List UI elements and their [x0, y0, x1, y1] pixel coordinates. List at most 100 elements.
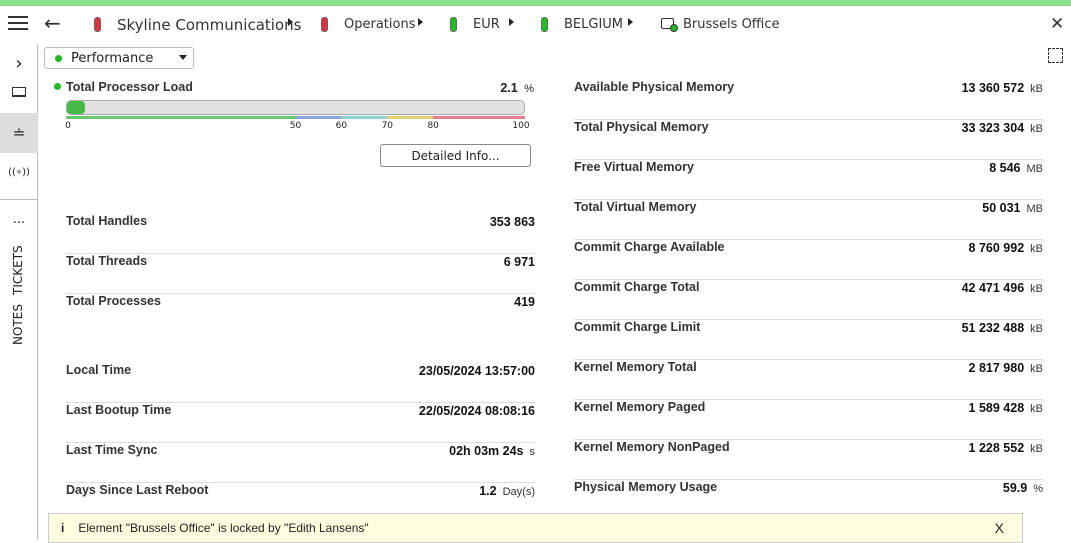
sliders-icon[interactable]: ≐: [0, 113, 38, 153]
metric-value: 22/05/2024 08:08:16: [418, 404, 535, 418]
hamburger-menu-icon[interactable]: [8, 16, 28, 30]
status-pill-icon: [94, 17, 101, 32]
breadcrumb-item[interactable]: Brussels Office: [683, 17, 780, 32]
metric-label: Available Physical Memory: [574, 80, 735, 94]
divider: [0, 199, 38, 200]
metric-label: Kernel Memory Total: [574, 360, 697, 374]
breadcrumb-item[interactable]: Skyline Communications: [117, 16, 301, 34]
metric-value: 6 971: [503, 255, 535, 269]
metric-value: 1.2 Day(s): [479, 484, 535, 498]
metric-label: Total Threads: [66, 254, 148, 268]
broadcast-icon[interactable]: ((∘)): [0, 153, 38, 191]
metric-row: Commit Charge Total 42 471 496 kB: [574, 280, 1043, 320]
metric-row: Available Physical Memory 13 360 572 kB: [574, 80, 1043, 120]
metric-row: Total Virtual Memory 50 031 MB: [574, 200, 1043, 240]
threshold-zone: [341, 116, 388, 119]
threshold-zone: [295, 116, 342, 119]
notes-tab[interactable]: NOTES: [11, 304, 25, 345]
metric-value: 2 817 980 kB: [968, 361, 1043, 375]
monitor-icon[interactable]: [0, 73, 38, 111]
dropdown-arrow-icon: [179, 55, 187, 60]
close-banner-button[interactable]: X: [995, 520, 1004, 536]
close-icon[interactable]: ✕: [1050, 14, 1064, 34]
status-pill-icon: [321, 17, 328, 32]
threshold-zone: [433, 116, 526, 119]
metric-label: Total Handles: [66, 214, 148, 228]
status-dot-icon: [55, 54, 62, 62]
threshold-zone: [66, 116, 296, 119]
metric-unit: kB: [1030, 283, 1043, 295]
metric-value: 59.9%: [1002, 481, 1043, 495]
breadcrumb-item[interactable]: EUR: [473, 17, 500, 32]
metric-unit: %: [1033, 483, 1043, 495]
metric-label: Commit Charge Available: [574, 240, 725, 254]
lock-message: Element "Brussels Office" is locked by "…: [78, 521, 369, 535]
metric-value: 42 471 496 kB: [961, 281, 1043, 295]
metric-unit: s: [529, 446, 536, 458]
metric-unit: MB: [1026, 203, 1044, 215]
metric-row: Total Handles 353 863: [66, 214, 535, 254]
metric-value: 1 589 428 kB: [968, 401, 1043, 415]
metric-value: 353 863: [489, 215, 535, 229]
metric-row: Last Time Sync 02h 03m 24s s: [66, 443, 535, 483]
processor-load-value: 2.1 %: [500, 81, 534, 95]
scale-tick-label: 100: [512, 121, 530, 131]
tickets-tab[interactable]: TICKETS: [11, 245, 25, 295]
metric-unit: MB: [1026, 163, 1044, 175]
metric-value: 1 228 552 kB: [968, 441, 1043, 455]
metric-label: Free Virtual Memory: [574, 160, 694, 174]
detailed-info-button[interactable]: Detailed Info...: [380, 144, 531, 167]
metric-label: Local Time: [66, 363, 132, 377]
scale-tick-label: 60: [335, 121, 348, 131]
metric-label: Kernel Memory NonPaged: [574, 440, 730, 454]
status-dot-icon: [54, 83, 61, 90]
metric-value: 02h 03m 24s s: [449, 444, 535, 458]
page-selector[interactable]: Performance: [44, 47, 194, 69]
metric-label: Physical Memory Usage: [574, 480, 718, 494]
metric-label: Commit Charge Total: [574, 280, 700, 294]
metric-unit: kB: [1030, 123, 1043, 135]
processor-load-fill: [67, 101, 86, 114]
caret-right-icon[interactable]: [418, 18, 423, 26]
metric-unit: kB: [1030, 243, 1043, 255]
metric-unit: kB: [1030, 83, 1043, 95]
metric-row: Kernel Memory Total 2 817 980 kB: [574, 360, 1043, 400]
metric-label: Days Since Last Reboot: [66, 483, 209, 497]
metric-label: Kernel Memory Paged: [574, 400, 706, 414]
status-pill-icon: [541, 17, 548, 32]
metric-unit: kB: [1030, 403, 1043, 415]
breadcrumb-item[interactable]: BELGIUM: [564, 17, 623, 32]
threshold-scale: [66, 116, 526, 119]
metric-row: Kernel Memory Paged 1 589 428 kB: [574, 400, 1043, 440]
caret-right-icon[interactable]: [288, 18, 293, 26]
metric-unit: kB: [1030, 323, 1043, 335]
fullscreen-icon[interactable]: [1048, 48, 1063, 63]
caret-right-icon[interactable]: [509, 18, 514, 26]
scale-tick-label: 0: [65, 121, 71, 131]
metric-row: Free Virtual Memory 8 546 MB: [574, 160, 1043, 200]
threshold-zone: [387, 116, 434, 119]
sidebar: › ≐ ((∘)) ··· TICKETS NOTES: [0, 44, 38, 540]
metric-row: Total Physical Memory 33 323 304 kB: [574, 120, 1043, 160]
metric-label: Total Virtual Memory: [574, 200, 697, 214]
breadcrumb-item[interactable]: Operations: [344, 17, 415, 32]
metric-label: Last Time Sync: [66, 443, 158, 457]
caret-right-icon[interactable]: [628, 18, 633, 26]
metric-row: Total Threads 6 971: [66, 254, 535, 294]
metric-row: Commit Charge Limit 51 232 488 kB: [574, 320, 1043, 360]
metric-unit: kB: [1030, 363, 1043, 375]
page-selector-value: Performance: [71, 50, 154, 66]
metric-label: Last Bootup Time: [66, 403, 172, 417]
back-arrow-icon[interactable]: ←: [44, 11, 61, 35]
metric-value: 419: [514, 295, 535, 309]
scale-tick-label: 80: [427, 121, 439, 131]
metric-value: 8 546 MB: [989, 161, 1043, 175]
metric-row: Local Time 23/05/2024 13:57:00: [66, 363, 535, 403]
more-icon[interactable]: ···: [0, 204, 38, 242]
metric-row: Last Bootup Time 22/05/2024 08:08:16: [66, 403, 535, 443]
element-icon: [661, 18, 678, 32]
metric-value: 51 232 488 kB: [961, 321, 1043, 335]
lock-notification: i Element "Brussels Office" is locked by…: [48, 513, 1023, 543]
metric-row: Kernel Memory NonPaged 1 228 552 kB: [574, 440, 1043, 480]
status-pill-icon: [450, 17, 457, 32]
